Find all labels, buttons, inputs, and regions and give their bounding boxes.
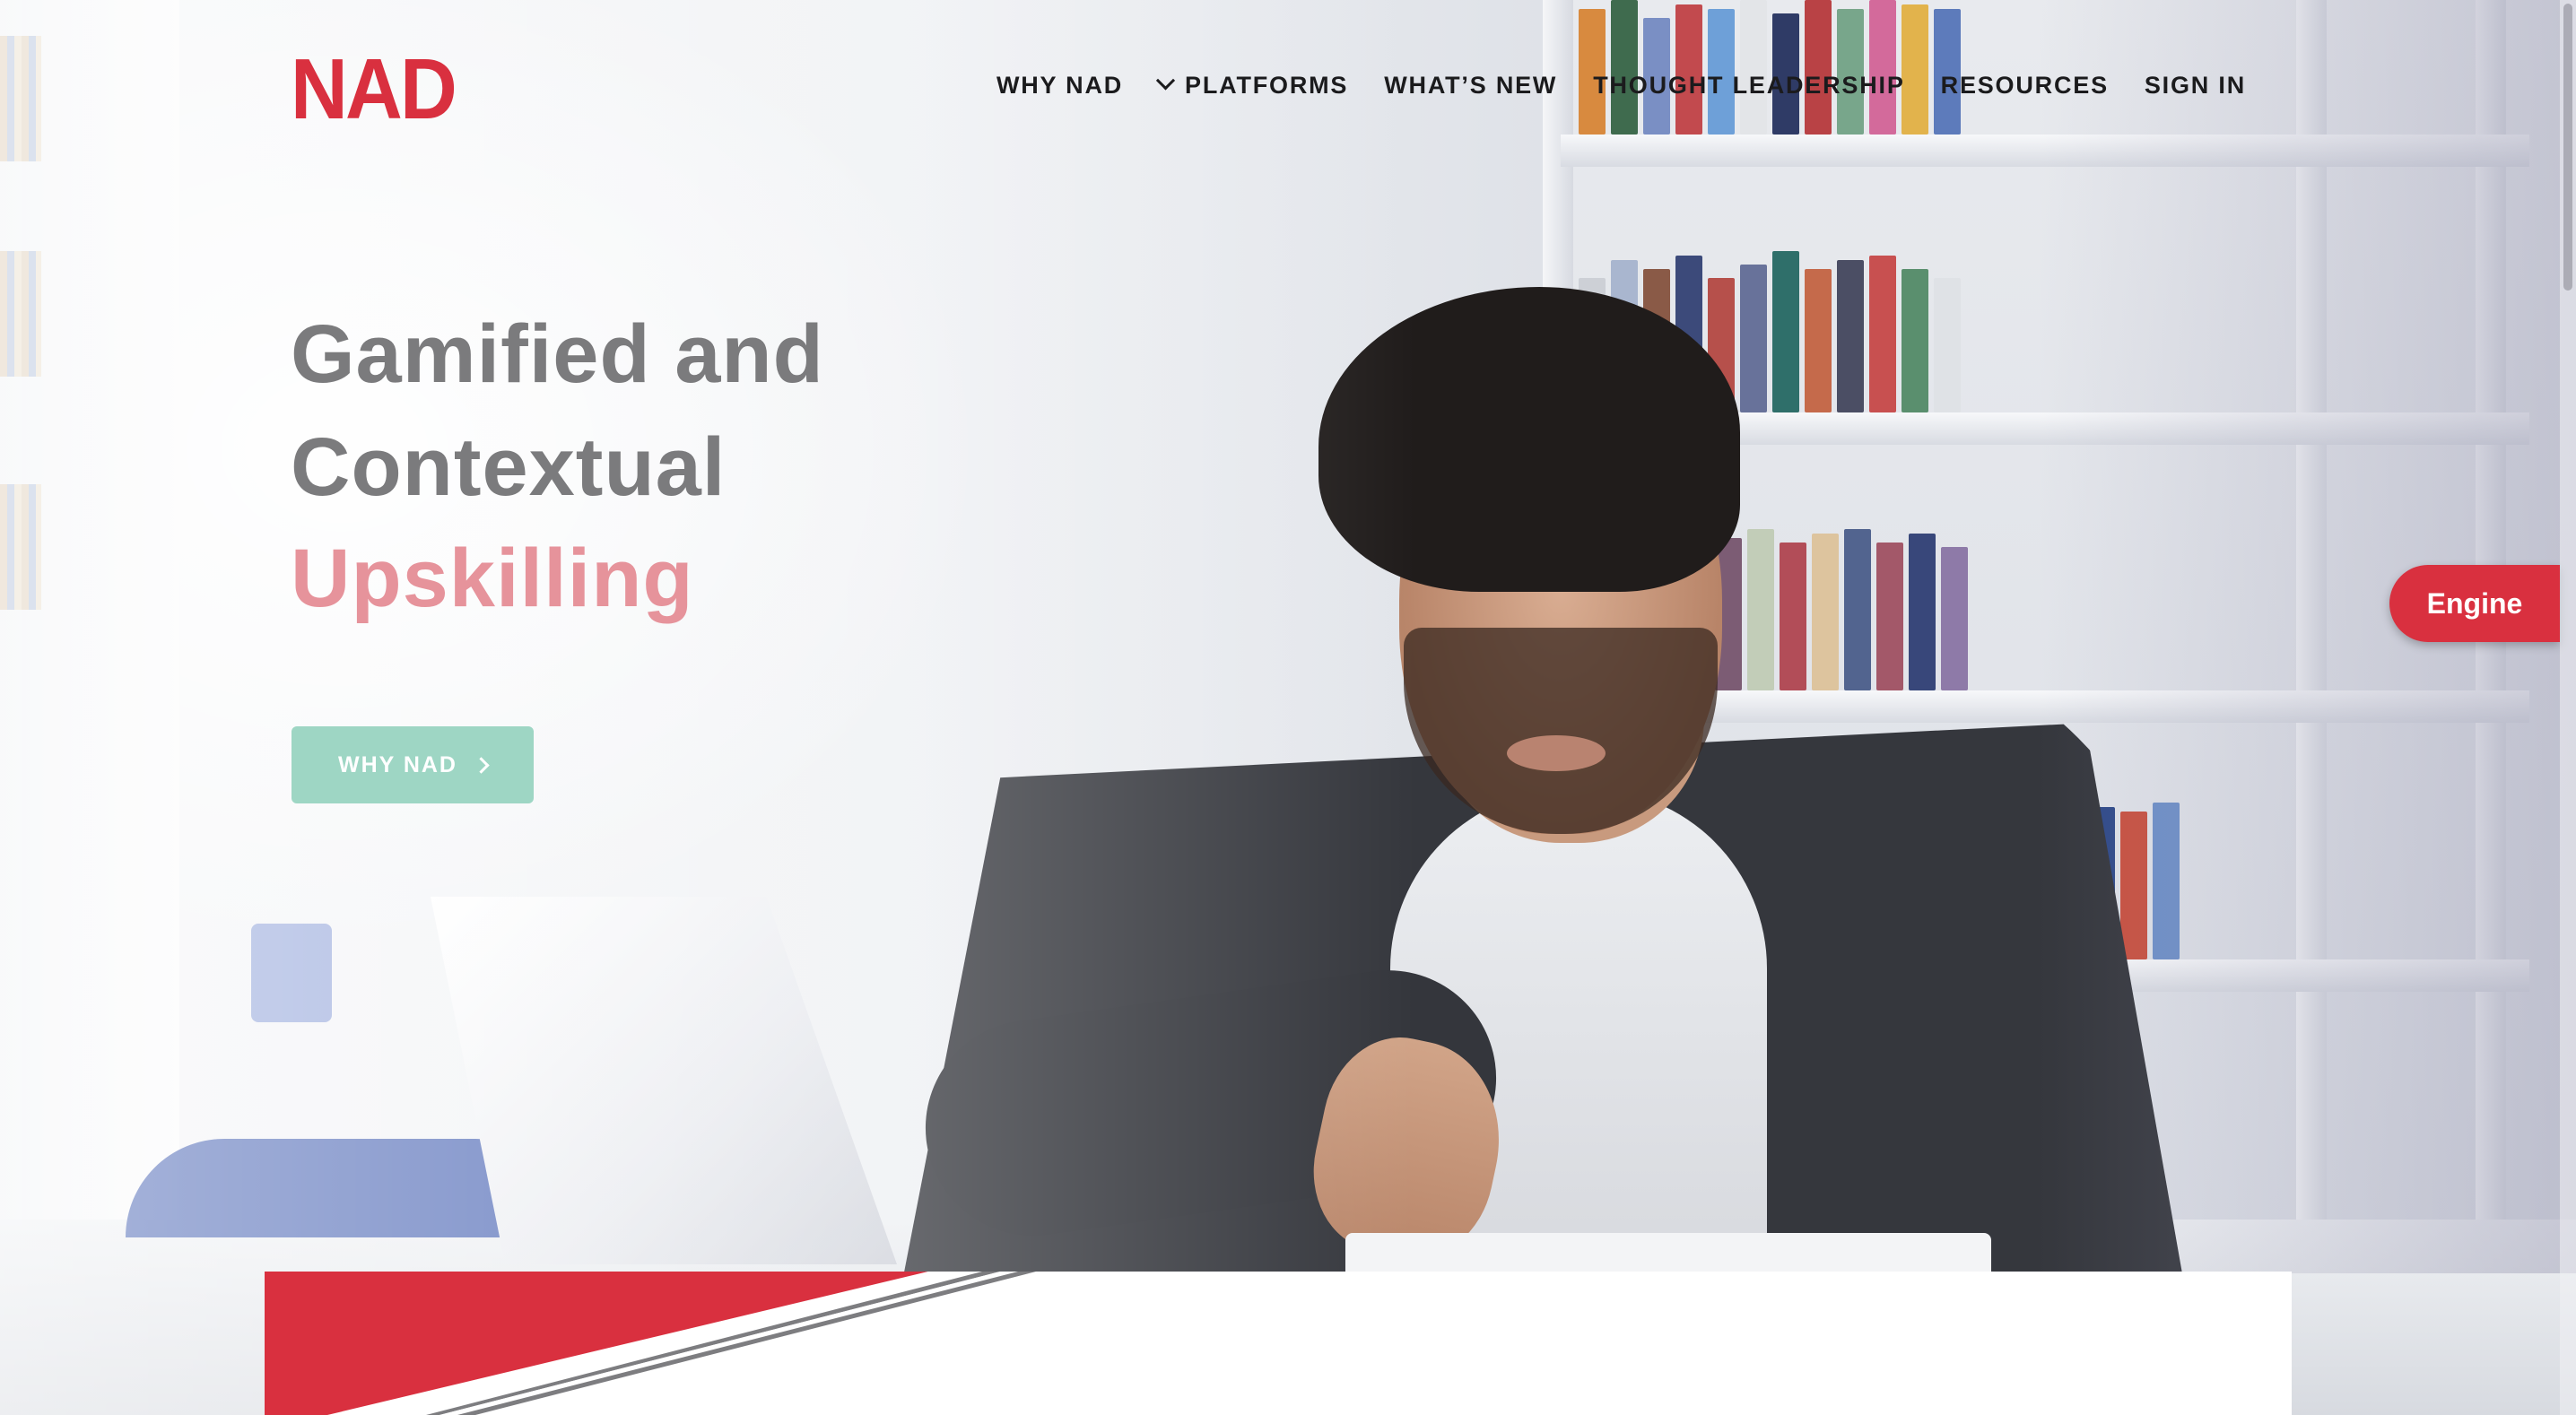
- hero-heading-line-2: Contextual: [291, 421, 727, 513]
- content-card: [265, 1272, 2292, 1415]
- background-veil: [0, 0, 2576, 1415]
- hero-background-photo: [0, 0, 2576, 1415]
- nav-item-platforms[interactable]: PLATFORMS: [1155, 71, 1349, 100]
- main-nav: WHY NAD PLATFORMS WHAT’S NEW THOUGHT LEA…: [996, 71, 2246, 100]
- nav-item-resources[interactable]: RESOURCES: [1941, 72, 2109, 100]
- chevron-right-icon: [473, 756, 490, 774]
- nav-item-label: PLATFORMS: [1185, 72, 1349, 99]
- nav-item-label: THOUGHT LEADERSHIP: [1593, 72, 1905, 99]
- scrollbar[interactable]: [2560, 0, 2576, 1415]
- nav-item-whats-new[interactable]: WHAT’S NEW: [1384, 72, 1557, 100]
- why-nad-button[interactable]: WHY NAD: [292, 726, 534, 803]
- scrollbar-thumb[interactable]: [2563, 4, 2572, 291]
- nav-item-thought-leadership[interactable]: THOUGHT LEADERSHIP: [1593, 72, 1904, 100]
- chevron-down-icon: [1155, 71, 1176, 91]
- hero-heading-highlight: Upskilling: [291, 533, 694, 624]
- nav-item-label: WHAT’S NEW: [1384, 72, 1558, 99]
- nav-item-why-nad[interactable]: WHY NAD: [996, 72, 1123, 100]
- nav-item-label: RESOURCES: [1940, 72, 2109, 99]
- engine-side-tab[interactable]: Engine: [2389, 565, 2560, 642]
- card-decoration: [265, 1272, 1036, 1415]
- nav-item-label: WHY NAD: [996, 72, 1124, 99]
- page: NAD WHY NAD PLATFORMS WHAT’S NEW THOUGHT…: [0, 0, 2576, 1415]
- red-diagonal-band: [265, 1272, 928, 1415]
- site-logo[interactable]: NAD: [291, 47, 457, 133]
- nav-item-sign-in[interactable]: SIGN IN: [2145, 72, 2246, 100]
- why-nad-button-label: WHY NAD: [338, 751, 457, 777]
- hero-heading-line-1: Gamified and: [291, 308, 824, 400]
- nav-item-label: SIGN IN: [2144, 72, 2246, 99]
